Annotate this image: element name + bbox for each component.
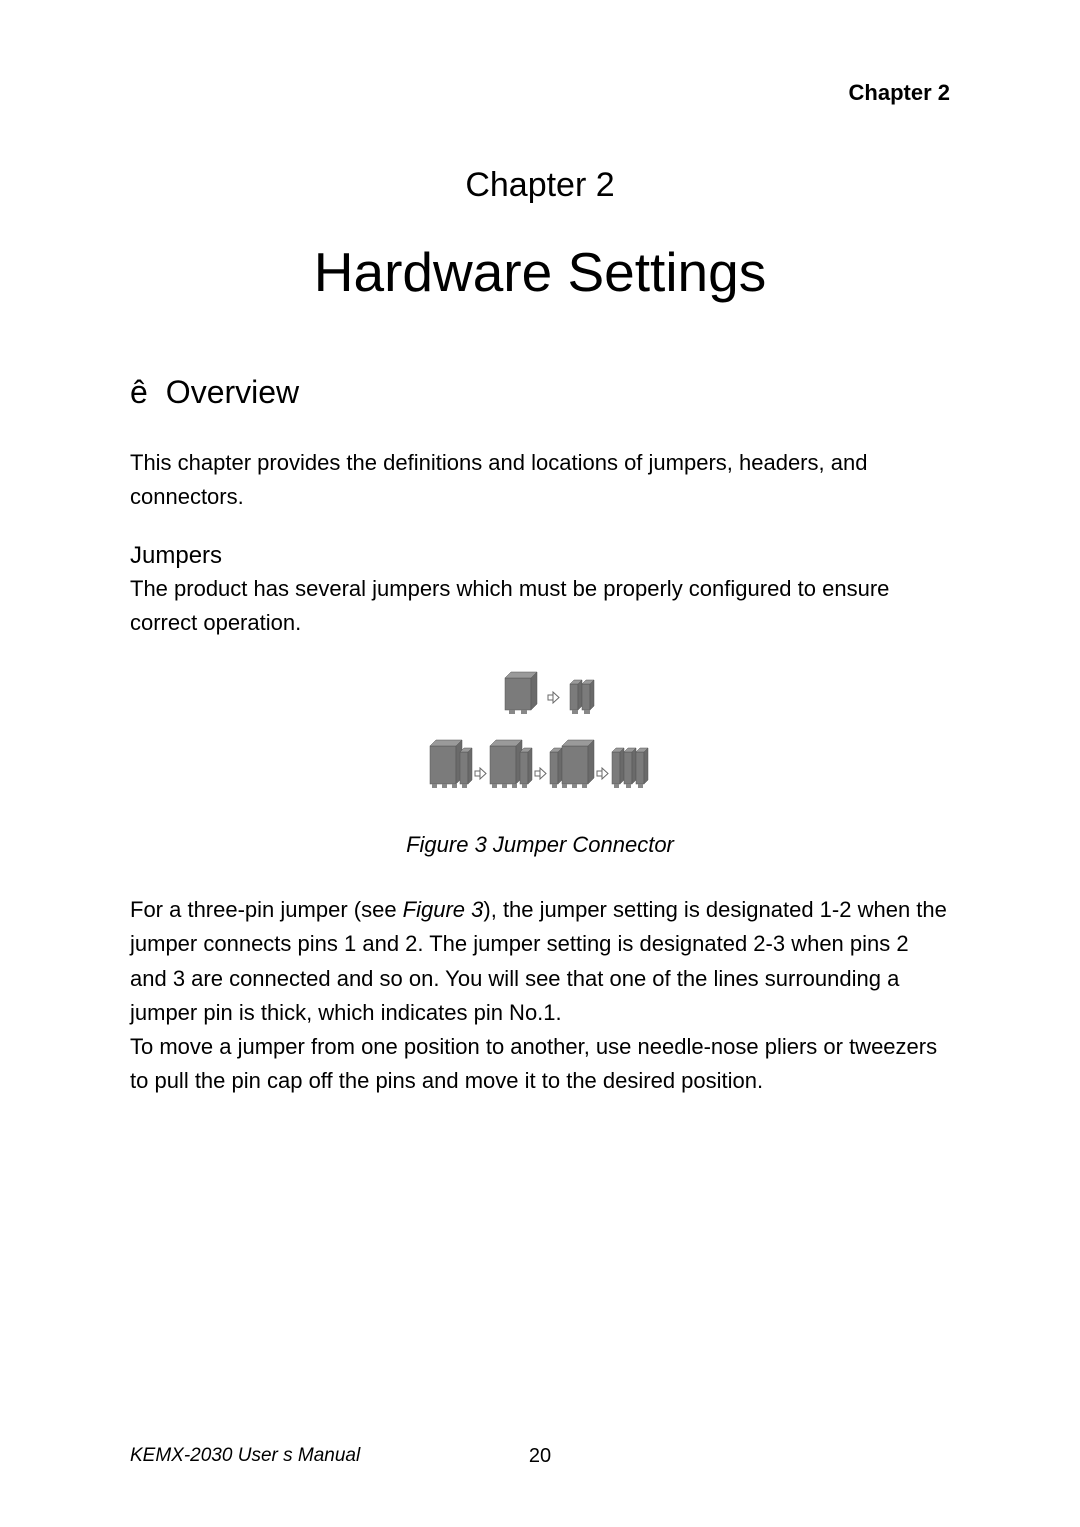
chapter-number: Chapter 2: [130, 166, 950, 205]
overview-intro: This chapter provides the definitions an…: [130, 446, 950, 514]
section-heading-text: Overview: [166, 374, 299, 410]
document-page: Chapter 2 Chapter 2 Hardware Settings êO…: [0, 0, 1080, 1527]
footer-manual-title: KEMX-2030 User s Manual: [130, 1445, 360, 1466]
page-footer: KEMX-2030 User s Manual 20: [130, 1445, 950, 1467]
figure-reference: Figure 3: [403, 897, 484, 922]
figure-jumper-connector: Figure 3 Jumper Connector: [130, 670, 950, 858]
jumper-desc-paragraph-1: For a three-pin jumper (see Figure 3), t…: [130, 893, 950, 1029]
figure-caption: Figure 3 Jumper Connector: [130, 832, 950, 858]
jumpers-intro: The product has several jumpers which mu…: [130, 572, 950, 640]
jumper-illustration: [420, 670, 660, 810]
jumper-svg-icon: [420, 670, 660, 805]
section-overview-heading: ê Overview: [130, 374, 950, 411]
chapter-title: Hardware Settings: [130, 240, 950, 304]
jumper-desc-paragraph-2: To move a jumper from one position to an…: [130, 1030, 950, 1098]
para1-pre: For a three-pin jumper (see: [130, 897, 403, 922]
page-number: 20: [529, 1445, 551, 1468]
bullet-icon: ê: [130, 374, 148, 410]
jumpers-heading: Jumpers: [130, 542, 950, 570]
header-chapter-label: Chapter 2: [130, 80, 950, 106]
